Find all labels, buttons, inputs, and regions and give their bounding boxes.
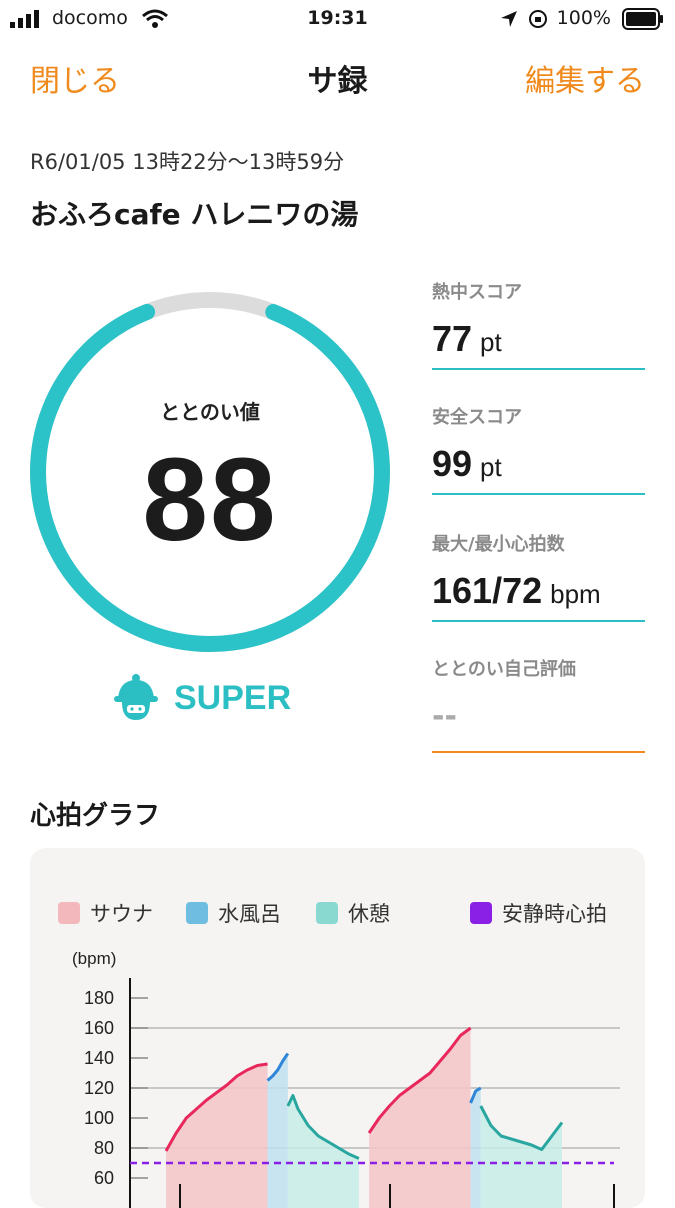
divider — [432, 620, 645, 622]
y-tick-label: 60 — [94, 1168, 114, 1188]
divider — [432, 368, 645, 370]
heart-rate-range: 最大/最小心拍数 161/72 bpm — [432, 530, 645, 622]
heart-rate-card: サウナ 水風呂 休憩 安静時心拍 (bpm) 180 160 140 120 100 80… — [30, 848, 645, 1208]
y-tick-label: 180 — [84, 988, 114, 1008]
legend-label: 安静時心拍 — [502, 898, 607, 928]
legend-resting-hr: 安静時心拍 — [470, 898, 607, 928]
legend-label: サウナ — [90, 898, 153, 928]
series-area-3 — [369, 1028, 471, 1208]
rank-label: SUPER — [174, 679, 291, 718]
self-evaluation-label: ととのい自己評価 — [432, 655, 645, 681]
y-unit-label: (bpm) — [72, 949, 116, 968]
session-datetime: R6/01/05 13時22分～13時59分 — [30, 146, 344, 176]
graph-title: 心拍グラフ — [30, 795, 160, 832]
divider — [432, 493, 645, 495]
heart-rate-unit: bpm — [550, 579, 601, 609]
heat-score-label: 熱中スコア — [432, 278, 645, 304]
legend-swatch — [186, 902, 208, 924]
legend-swatch — [58, 902, 80, 924]
legend-swatch — [316, 902, 338, 924]
y-tick-label: 160 — [84, 1018, 114, 1038]
heart-rate-chart: (bpm) 180 160 140 120 100 80 60 — [30, 938, 645, 1208]
self-evaluation[interactable]: ととのい自己評価 -- — [432, 655, 645, 753]
safety-score-value: 99 — [432, 443, 472, 484]
safety-score-label: 安全スコア — [432, 403, 645, 429]
y-tick-label: 120 — [84, 1078, 114, 1098]
battery-icon — [622, 8, 664, 30]
legend-cold-bath: 水風呂 — [186, 898, 281, 928]
heat-score: 熱中スコア 77 pt — [432, 278, 645, 370]
legend-label: 休憩 — [348, 898, 390, 928]
y-tick-label: 100 — [84, 1108, 114, 1128]
legend-sauna: サウナ — [58, 898, 153, 928]
safety-score: 安全スコア 99 pt — [432, 403, 645, 495]
self-evaluation-value: -- — [432, 699, 645, 743]
edit-button[interactable]: 編集する — [525, 56, 645, 100]
gauge-label: ととのい値 — [32, 396, 388, 425]
safety-score-unit: pt — [480, 452, 502, 482]
divider — [432, 751, 645, 753]
legend-rest: 休憩 — [316, 898, 390, 928]
rank-badge: SUPER — [110, 672, 291, 724]
legend-label: 水風呂 — [218, 898, 281, 928]
orientation-lock-icon — [528, 9, 548, 29]
sauna-hat-face-icon — [110, 672, 162, 724]
heat-score-value: 77 — [432, 318, 472, 359]
y-tick-label: 140 — [84, 1048, 114, 1068]
heart-rate-label: 最大/最小心拍数 — [432, 530, 645, 556]
y-tick-label: 80 — [94, 1138, 114, 1158]
legend-swatch — [470, 902, 492, 924]
heat-score-unit: pt — [480, 327, 502, 357]
status-bar: docomo 19:31 100% — [0, 0, 675, 38]
series-area-0 — [166, 1064, 268, 1208]
series-area-5 — [481, 1106, 562, 1208]
gauge-value: 88 — [32, 432, 388, 568]
battery-percent: 100% — [557, 7, 611, 29]
location-arrow-icon — [500, 10, 518, 28]
facility-name: おふろcafe ハレニワの湯 — [30, 193, 358, 233]
heart-rate-value: 161/72 — [432, 570, 542, 611]
series-area-4 — [471, 1088, 481, 1208]
